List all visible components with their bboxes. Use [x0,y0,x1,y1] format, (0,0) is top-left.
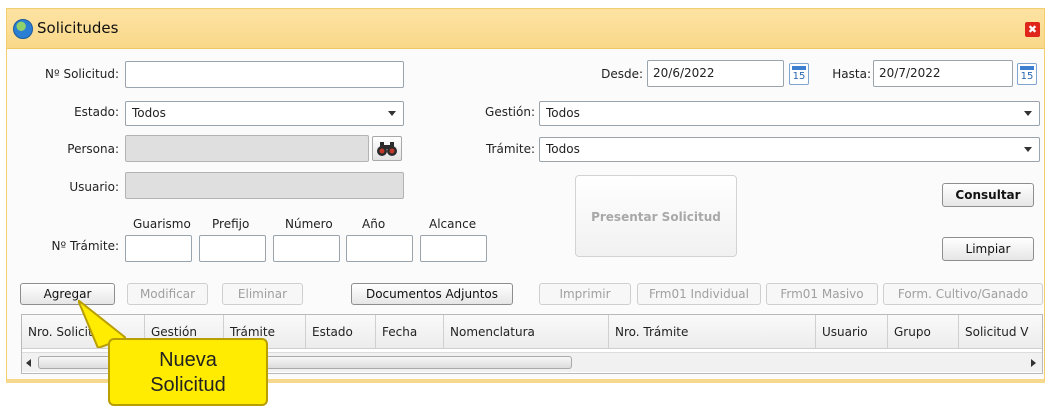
scroll-right-icon[interactable] [1031,359,1036,367]
nro-tramite-label: Nº Trámite: [51,239,119,253]
anio-label: Año [362,217,386,231]
gestion-select[interactable]: Todos [539,101,1040,126]
persona-input [125,135,369,162]
limpiar-button[interactable]: Limpiar [942,237,1034,261]
col-fecha[interactable]: Fecha [376,315,444,349]
tramite-label: Trámite: [485,142,535,156]
estado-select[interactable]: Todos [125,101,404,126]
guarismo-label: Guarismo [133,217,191,231]
modificar-button[interactable]: Modificar [127,283,208,305]
binoculars-icon [377,142,397,156]
presentar-solicitud-button: Presentar Solicitud [575,175,737,257]
chevron-down-icon [1024,147,1032,152]
estado-value: Todos [132,106,166,120]
gestion-value: Todos [546,106,580,120]
search-persona-button[interactable] [372,136,402,161]
frm01-individual-button[interactable]: Frm01 Individual [637,283,761,305]
nueva-solicitud-tooltip: Nueva Solicitud [108,338,268,406]
desde-input[interactable]: 20/6/2022 [647,60,784,87]
frm01-masivo-button[interactable]: Frm01 Masivo [766,283,878,305]
anio-input[interactable] [346,235,413,262]
hasta-input[interactable]: 20/7/2022 [873,60,1013,87]
col-estado[interactable]: Estado [306,315,376,349]
gestion-label: Gestión: [485,105,535,119]
persona-label: Persona: [67,142,119,156]
col-grupo[interactable]: Grupo [888,315,959,349]
consultar-button[interactable]: Consultar [942,183,1034,207]
desde-label: Desde: [601,67,643,81]
tramite-select[interactable]: Todos [539,137,1040,162]
col-usuario[interactable]: Usuario [816,315,888,349]
usuario-input [125,172,404,199]
numero-label: Número [285,217,333,231]
col-solicitud-v[interactable]: Solicitud V [959,315,1042,349]
col-nro-tramite[interactable]: Nro. Trámite [609,315,816,349]
form-cultivo-ganado-button[interactable]: Form. Cultivo/Ganado [883,283,1043,305]
nro-solicitud-input[interactable] [125,61,404,88]
numero-input[interactable] [273,235,340,262]
col-nomenclatura[interactable]: Nomenclatura [444,315,609,349]
imprimir-button[interactable]: Imprimir [539,283,631,305]
scroll-left-icon[interactable] [26,359,31,367]
eliminar-button[interactable]: Eliminar [222,283,303,305]
estado-label: Estado: [74,105,119,119]
globe-icon [13,19,33,39]
hasta-calendar-icon[interactable]: 15 [1017,63,1037,85]
alcance-label: Alcance [429,217,477,231]
tramite-value: Todos [546,142,580,156]
window-title: Solicitudes [37,19,119,37]
hasta-label: Hasta: [832,67,871,81]
documentos-adjuntos-button[interactable]: Documentos Adjuntos [351,283,513,305]
tooltip-line-1: Nueva [159,349,217,371]
title-bar: Solicitudes ✖ [7,9,1044,49]
chevron-down-icon [1024,111,1032,116]
guarismo-input[interactable] [125,235,192,262]
close-button[interactable]: ✖ [1025,22,1040,37]
prefijo-label: Prefijo [212,217,250,231]
prefijo-input[interactable] [199,235,266,262]
chevron-down-icon [388,111,396,116]
alcance-input[interactable] [420,235,487,262]
nro-solicitud-label: Nº Solicitud: [45,67,119,81]
solicitudes-window: Solicitudes ✖ Nº Solicitud: Desde: 20/6/… [6,8,1045,383]
usuario-label: Usuario: [69,180,119,194]
tooltip-line-2: Solicitud [150,374,226,396]
desde-calendar-icon[interactable]: 15 [789,63,809,85]
